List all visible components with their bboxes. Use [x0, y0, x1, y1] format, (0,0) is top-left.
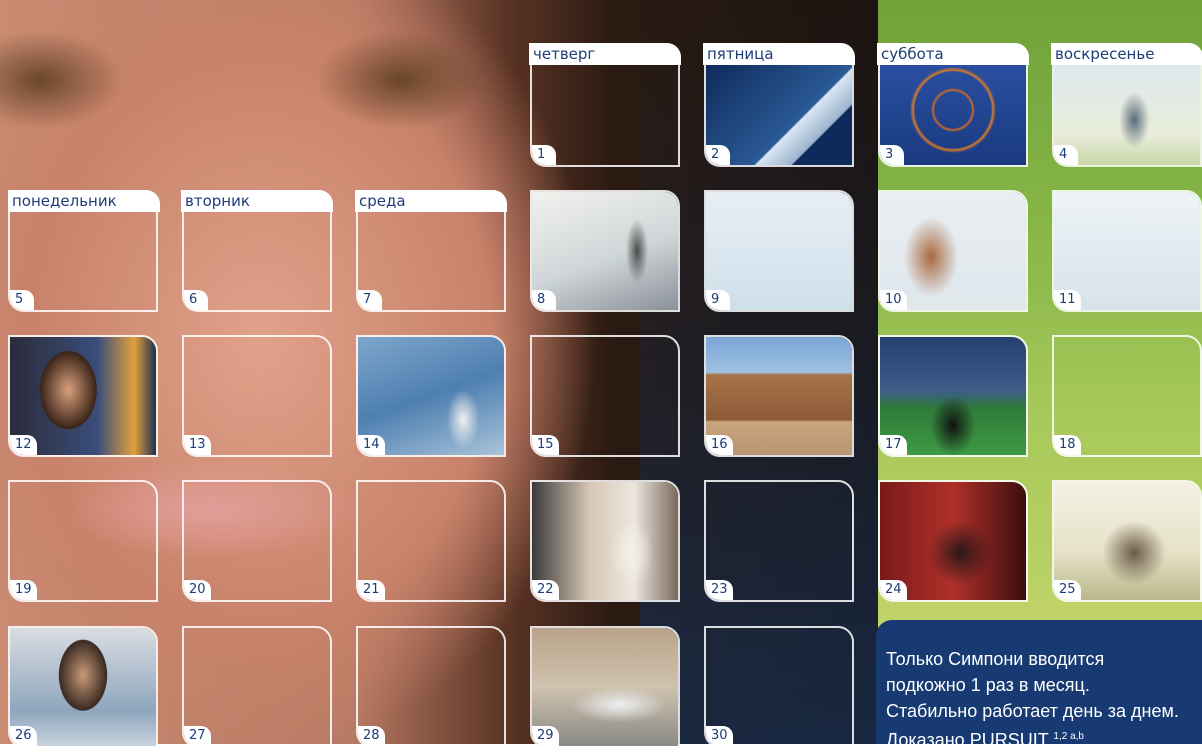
day-number: 25 — [1054, 580, 1081, 600]
calendar-cell-16: 16 — [704, 335, 854, 457]
calendar-cell-1: 1 — [530, 65, 680, 167]
day-number: 30 — [706, 726, 733, 746]
calendar-cell-24: 24 — [878, 480, 1028, 602]
footnote-ref: 1,2 a,b — [1053, 731, 1084, 742]
calendar-cell-26: 26 — [8, 626, 158, 748]
day-label-thursday: четверг — [529, 43, 681, 65]
day-number: 11 — [1054, 290, 1081, 310]
calendar-cell-6: 6 — [182, 212, 332, 312]
day-number: 1 — [532, 145, 556, 165]
calendar-cell-15: 15 — [530, 335, 680, 457]
calendar-cell-28: 28 — [356, 626, 506, 748]
calendar-cell-21: 21 — [356, 480, 506, 602]
day-number: 20 — [184, 580, 211, 600]
info-line-3: Стабильно работает день за днем. — [886, 701, 1179, 721]
info-line-4: Доказано PURSUIT 1,2 a,b — [886, 724, 1202, 753]
day-number: 3 — [880, 145, 904, 165]
day-number: 27 — [184, 726, 211, 746]
calendar-cell-8: 8 — [530, 190, 680, 312]
day-number: 18 — [1054, 435, 1081, 455]
day-number: 26 — [10, 726, 37, 746]
day-number: 17 — [880, 435, 907, 455]
day-number: 13 — [184, 435, 211, 455]
info-line-2: подкожно 1 раз в месяц. — [886, 675, 1090, 695]
businesswoman-walking-photo — [532, 192, 678, 310]
calendar-cell-19: 19 — [8, 480, 158, 602]
day-number: 5 — [10, 290, 34, 310]
calendar-cell-29: 29 — [530, 626, 680, 748]
calendar-cell-11: 11 — [1052, 190, 1202, 312]
info-line-1: Только Симпони вводится — [886, 649, 1105, 669]
calendar-cell-22: 22 — [530, 480, 680, 602]
day-number: 19 — [10, 580, 37, 600]
day-label-monday: понедельник — [8, 190, 160, 212]
calendar-cell-5: 5 — [8, 212, 158, 312]
day-number: 15 — [532, 435, 559, 455]
day-label-saturday: суббота — [877, 43, 1029, 65]
day-number: 12 — [10, 435, 37, 455]
calendar-cell-27: 27 — [182, 626, 332, 748]
calendar-cell-10: 10 — [878, 190, 1028, 312]
info-line-4-text: Доказано PURSUIT — [886, 730, 1049, 750]
calendar-cell-4: 4 — [1052, 65, 1202, 167]
calendar-cell-2: 2 — [704, 65, 854, 167]
day-number: 8 — [532, 290, 556, 310]
calendar-cell-12: 12 — [8, 335, 158, 457]
calendar-cell-7: 7 — [356, 212, 506, 312]
info-panel: Только Симпони вводится подкожно 1 раз в… — [876, 620, 1202, 750]
day-number: 24 — [880, 580, 907, 600]
day-number: 29 — [532, 726, 559, 746]
day-number: 22 — [532, 580, 559, 600]
day-number: 23 — [706, 580, 733, 600]
day-number: 16 — [706, 435, 733, 455]
day-number: 10 — [880, 290, 907, 310]
calendar-cell-9: 9 — [704, 190, 854, 312]
calendar-cell-18: 18 — [1052, 335, 1202, 457]
day-label-sunday: воскресенье — [1051, 43, 1202, 65]
day-number: 28 — [358, 726, 385, 746]
day-number: 14 — [358, 435, 385, 455]
day-number: 6 — [184, 290, 208, 310]
calendar-cell-30: 30 — [704, 626, 854, 748]
day-label-tuesday: вторник — [181, 190, 333, 212]
calendar-cell-14: 14 — [356, 335, 506, 457]
day-number: 7 — [358, 290, 382, 310]
day-label-friday: пятница — [703, 43, 855, 65]
calendar-cell-23: 23 — [704, 480, 854, 602]
calendar-cell-20: 20 — [182, 480, 332, 602]
calendar-cell-17: 17 — [878, 335, 1028, 457]
day-number: 21 — [358, 580, 385, 600]
calendar-cell-25: 25 — [1052, 480, 1202, 602]
day-number: 2 — [706, 145, 730, 165]
day-number: 4 — [1054, 145, 1078, 165]
day-number: 9 — [706, 290, 730, 310]
misty-beach-photo — [706, 192, 852, 310]
day-label-wednesday: среда — [355, 190, 507, 212]
calendar-cell-3: 3 — [878, 65, 1028, 167]
calendar-cell-13: 13 — [182, 335, 332, 457]
